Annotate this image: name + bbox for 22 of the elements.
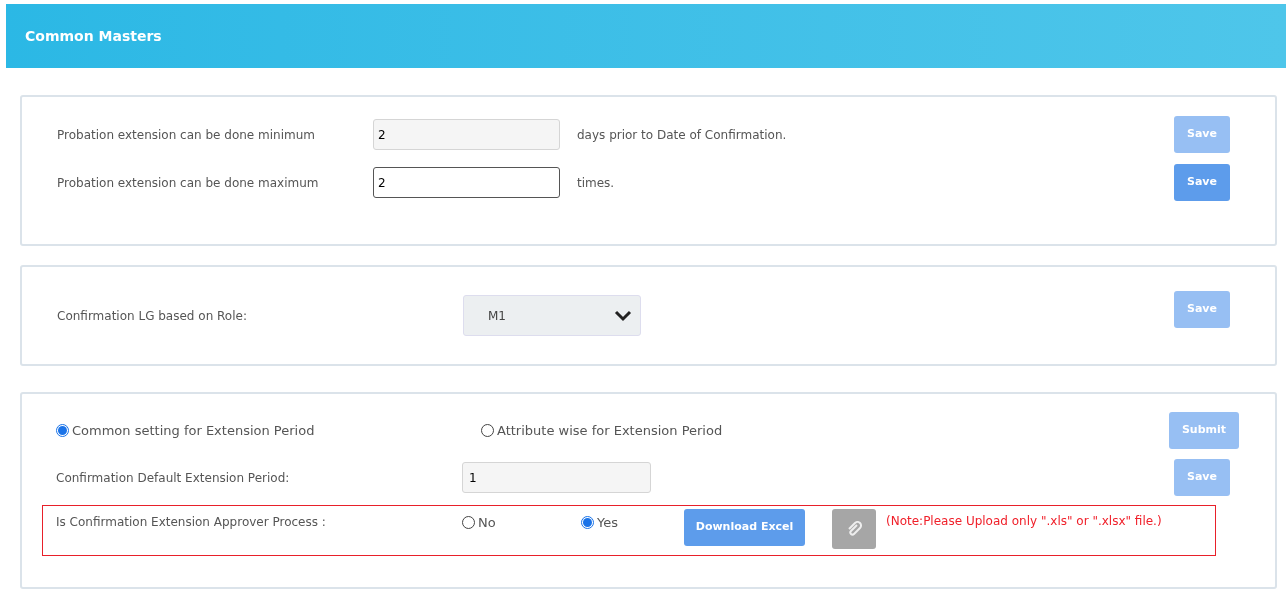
radio-option[interactable]: Yes [581, 513, 684, 533]
radio-option[interactable]: Common setting for Extension Period [56, 420, 481, 441]
role-dropdown[interactable]: M1 [463, 295, 641, 336]
field-label: Probation extension can be done maximum [57, 174, 320, 192]
chevron-down-icon [614, 309, 632, 322]
field-label: Probation extension can be done minimum [57, 126, 317, 144]
paperclip-icon [846, 521, 862, 537]
radio-option[interactable]: Attribute wise for Extension Period [481, 420, 723, 441]
radio-button[interactable] [462, 516, 475, 530]
field-label: Confirmation LG based on Role: [57, 307, 248, 325]
radio-option[interactable]: No [462, 513, 581, 533]
number-field[interactable]: 2 [373, 167, 560, 198]
radio-button[interactable] [581, 516, 594, 530]
period-field[interactable]: 1 [462, 462, 651, 493]
field-label: Is Confirmation Extension Approver Process : [56, 514, 327, 531]
upload-note: (Note:Please Upload only ".xls" or ".xlsx" file.) [886, 513, 1162, 530]
radio-button[interactable] [481, 424, 494, 437]
field-suffix: times. [577, 174, 615, 192]
field-suffix: days prior to Date of Confirmation. [577, 126, 787, 144]
radio-button[interactable] [56, 424, 69, 437]
field-label: Confirmation Default Extension Period: [56, 469, 291, 487]
page-title: Common Masters [25, 26, 162, 46]
